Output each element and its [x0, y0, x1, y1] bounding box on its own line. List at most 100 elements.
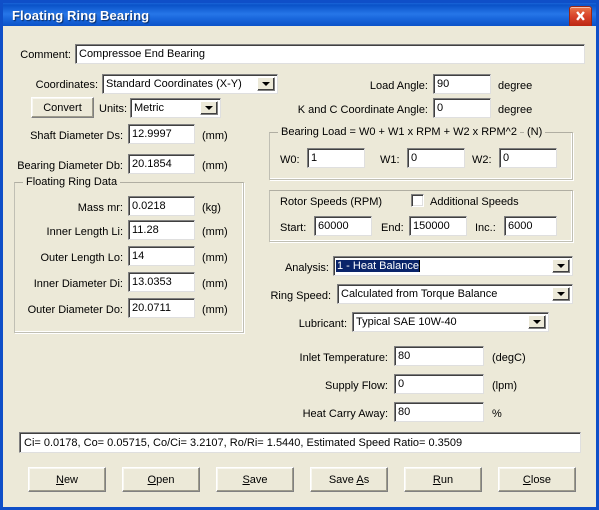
close-button-accel: C: [522, 473, 531, 486]
save-button-accel: S: [242, 473, 250, 486]
coordinates-label: Coordinates:: [35, 79, 98, 91]
text-caret: [418, 260, 420, 272]
run-button-label: un: [440, 473, 454, 486]
comment-label: Comment:: [20, 49, 71, 61]
load-angle-input[interactable]: 90: [433, 74, 491, 94]
w0-label: W0:: [280, 154, 300, 166]
units-select[interactable]: Metric: [130, 98, 221, 118]
outer-diameter-label: Outer Diameter Do:: [27, 304, 123, 316]
save-as-button[interactable]: Save As: [310, 467, 388, 492]
heat-carry-away-input[interactable]: 80: [394, 402, 484, 422]
start-speed-label: Start:: [280, 222, 307, 234]
bearing-diameter-unit: (mm): [202, 160, 228, 172]
inc-speed-input[interactable]: 6000: [504, 216, 557, 236]
save-as-button-prefix: Save: [328, 473, 357, 486]
chevron-down-icon[interactable]: [200, 101, 218, 115]
lubricant-value: Typical SAE 10W-40: [356, 316, 457, 328]
heat-carry-away-label: Heat Carry Away:: [302, 408, 388, 420]
inner-diameter-input[interactable]: 13.0353: [128, 272, 195, 292]
supply-flow-input[interactable]: 0: [394, 374, 484, 394]
window-title: Floating Ring Bearing: [12, 8, 150, 23]
outer-length-label: Outer Length Lo:: [40, 252, 123, 264]
inner-length-label: Inner Length Li:: [46, 226, 123, 238]
floating-ring-group-title: Floating Ring Data: [23, 177, 121, 188]
analysis-select[interactable]: 1 - Heat Balance: [333, 256, 573, 276]
status-readout: Ci= 0.0178, Co= 0.05715, Co/Ci= 3.2107, …: [19, 432, 581, 453]
run-button-accel: R: [432, 473, 441, 486]
chevron-down-icon[interactable]: [552, 287, 570, 301]
new-button-label: ew: [63, 473, 78, 486]
lubricant-label: Lubricant:: [298, 318, 347, 330]
units-value: Metric: [134, 102, 164, 114]
save-button-label: ave: [249, 473, 268, 486]
outer-diameter-unit: (mm): [202, 304, 228, 316]
analysis-value: 1 - Heat Balance: [336, 260, 419, 272]
coordinates-select[interactable]: Standard Coordinates (X-Y): [102, 74, 278, 94]
supply-flow-unit: (lpm): [492, 380, 518, 392]
new-button[interactable]: New: [28, 467, 106, 492]
w2-label: W2:: [472, 154, 492, 166]
w1-input[interactable]: 0: [407, 148, 465, 168]
supply-flow-label: Supply Flow:: [325, 380, 388, 392]
bearing-diameter-input[interactable]: 20.1854: [128, 154, 195, 174]
chevron-down-icon[interactable]: [528, 315, 546, 329]
kc-angle-unit: degree: [498, 104, 533, 116]
lubricant-select[interactable]: Typical SAE 10W-40: [352, 312, 549, 332]
shaft-diameter-label: Shaft Diameter Ds:: [30, 130, 123, 142]
w1-label: W1:: [380, 154, 400, 166]
open-button-accel: O: [147, 473, 157, 486]
new-button-accel: N: [55, 473, 64, 486]
coordinates-value: Standard Coordinates (X-Y): [106, 78, 242, 90]
end-speed-label: End:: [381, 222, 404, 234]
bearing-load-group-title: Bearing Load = W0 + W1 x RPM + W2 x RPM^…: [278, 127, 520, 138]
start-speed-input[interactable]: 60000: [314, 216, 372, 236]
inlet-temperature-unit: (degC): [492, 352, 526, 364]
save-as-button-accel: A: [356, 473, 364, 486]
save-as-button-label: s: [363, 473, 370, 486]
chevron-down-icon[interactable]: [257, 77, 275, 91]
w2-input[interactable]: 0: [499, 148, 557, 168]
shaft-diameter-unit: (mm): [202, 130, 228, 142]
mass-mr-label: Mass mr:: [77, 202, 123, 214]
analysis-label: Analysis:: [284, 262, 329, 274]
comment-input[interactable]: Compressoe End Bearing: [75, 44, 585, 64]
run-button[interactable]: Run: [404, 467, 482, 492]
close-button[interactable]: [569, 6, 592, 28]
convert-button[interactable]: Convert: [31, 97, 94, 118]
inner-diameter-label: Inner Diameter Di:: [33, 278, 123, 290]
inlet-temperature-input[interactable]: 80: [394, 346, 484, 366]
outer-diameter-input[interactable]: 20.0711: [128, 298, 195, 318]
end-speed-input[interactable]: 150000: [409, 216, 467, 236]
ring-speed-value: Calculated from Torque Balance: [341, 288, 498, 300]
inner-length-unit: (mm): [202, 226, 228, 238]
ring-speed-select[interactable]: Calculated from Torque Balance: [337, 284, 573, 304]
w0-input[interactable]: 1: [307, 148, 365, 168]
mass-mr-input[interactable]: 0.0218: [128, 196, 195, 216]
outer-length-input[interactable]: 14: [128, 246, 195, 266]
kc-angle-input[interactable]: 0: [433, 98, 491, 118]
save-button[interactable]: Save: [216, 467, 294, 492]
additional-speeds-label: Additional Speeds: [430, 196, 519, 208]
title-bar[interactable]: Floating Ring Bearing: [3, 0, 596, 29]
kc-angle-label: K and C Coordinate Angle:: [297, 104, 428, 116]
dialog-client-area: Comment: Compressoe End Bearing Coordina…: [3, 26, 596, 507]
close-dialog-button[interactable]: Close: [498, 467, 576, 492]
shaft-diameter-input[interactable]: 12.9997: [128, 124, 195, 144]
inner-diameter-unit: (mm): [202, 278, 228, 290]
inc-speed-label: Inc.:: [475, 222, 496, 234]
close-icon: [576, 11, 585, 21]
mass-mr-unit: (kg): [202, 202, 221, 214]
ring-speed-label: Ring Speed:: [270, 290, 331, 302]
inner-length-input[interactable]: 11.28: [128, 220, 195, 240]
chevron-down-icon[interactable]: [552, 259, 570, 273]
load-angle-label: Load Angle:: [369, 80, 428, 92]
inlet-temperature-label: Inlet Temperature:: [299, 352, 388, 364]
units-label: Units:: [99, 103, 128, 115]
heat-carry-away-unit: %: [492, 408, 502, 420]
open-button[interactable]: Open: [122, 467, 200, 492]
bearing-load-group-unit: (N): [524, 127, 546, 138]
outer-length-unit: (mm): [202, 252, 228, 264]
floating-ring-bearing-dialog: Floating Ring Bearing Comment: Compresso…: [0, 0, 599, 510]
additional-speeds-checkbox[interactable]: [411, 194, 424, 207]
rotor-speeds-title: Rotor Speeds (RPM): [280, 196, 383, 208]
